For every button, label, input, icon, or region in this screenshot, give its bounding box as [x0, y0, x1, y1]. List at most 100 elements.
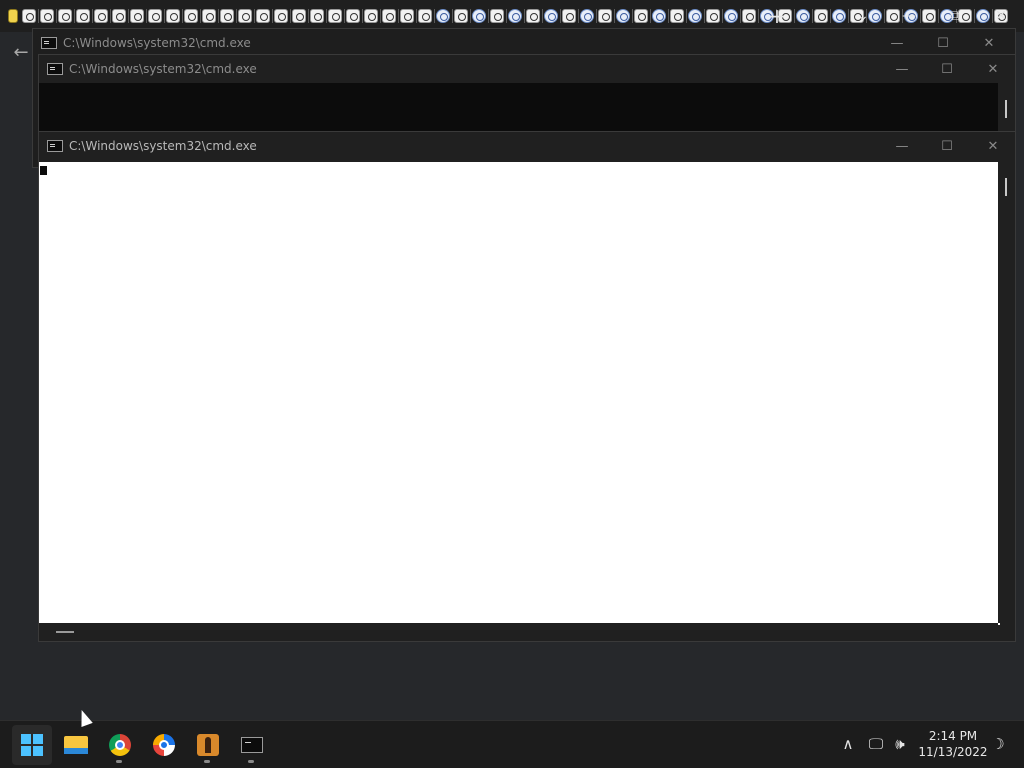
tab-favicon-icon[interactable] — [256, 9, 270, 23]
tab-favicon-icon[interactable] — [22, 9, 36, 23]
tab-separator — [164, 9, 165, 23]
cmd-window-3-titlebar[interactable]: C:\Windows\system32\cmd.exe — [39, 132, 1015, 160]
tab-favicon-icon[interactable] — [724, 9, 738, 23]
tab-separator — [308, 9, 309, 23]
tab-favicon-icon[interactable] — [580, 9, 594, 23]
chevron-up-icon[interactable]: ∧ — [838, 735, 858, 753]
text-cursor — [40, 166, 47, 175]
game-app-button[interactable] — [188, 725, 228, 765]
time-text: 2:14 PM — [928, 729, 978, 743]
file-explorer-button[interactable] — [56, 725, 96, 765]
tab-separator — [416, 9, 417, 23]
browser-app-button[interactable] — [144, 725, 184, 765]
clock[interactable]: 2:14 PM 11/13/2022 — [918, 728, 988, 760]
vertical-scrollbar[interactable] — [998, 160, 1015, 623]
tab-separator — [632, 9, 633, 23]
notifications-moon-icon[interactable]: ☽ — [988, 735, 1008, 753]
volume-icon[interactable]: 🕪 — [890, 735, 910, 753]
console-area[interactable] — [39, 83, 998, 137]
tab-favicon-icon[interactable] — [130, 9, 144, 23]
tab-favicon-icon[interactable] — [670, 9, 684, 23]
tab-favicon-icon[interactable] — [76, 9, 90, 23]
tab-favicon-icon[interactable] — [436, 9, 450, 23]
close-button[interactable]: ✕ — [971, 55, 1015, 83]
tab-separator — [506, 9, 507, 23]
tab-favicon-icon[interactable] — [58, 9, 72, 23]
tab-favicon-icon[interactable] — [328, 9, 342, 23]
tab-favicon-icon[interactable] — [616, 9, 630, 23]
cmd-window-2[interactable]: C:\Windows\system32\cmd.exe — ☐ ✕ — [38, 54, 1016, 138]
tab-favicon-icon[interactable] — [8, 9, 18, 23]
tab-favicon-icon[interactable] — [688, 9, 702, 23]
tab-separator — [236, 9, 237, 23]
close-button[interactable]: ✕ — [971, 132, 1015, 160]
tab-separator — [758, 9, 759, 23]
tab-favicon-icon[interactable] — [526, 9, 540, 23]
minimize-button[interactable]: — — [875, 29, 919, 57]
tab-favicon-icon[interactable] — [796, 9, 810, 23]
chrome-icon — [109, 734, 131, 756]
maximize-button[interactable]: ☐ — [925, 55, 969, 83]
minimize-button[interactable]: — — [880, 132, 924, 160]
tab-separator — [92, 9, 93, 23]
tab-favicon-icon[interactable] — [652, 9, 666, 23]
tab-separator — [740, 9, 741, 23]
tab-favicon-icon[interactable] — [490, 9, 504, 23]
tab-favicon-icon[interactable] — [238, 9, 252, 23]
console-area[interactable] — [39, 162, 1000, 625]
tab-favicon-icon[interactable] — [562, 9, 576, 23]
command-prompt-button[interactable] — [232, 725, 272, 765]
tab-favicon-icon[interactable] — [166, 9, 180, 23]
tab-favicon-icon[interactable] — [364, 9, 378, 23]
tab-separator — [218, 9, 219, 23]
start-button[interactable] — [12, 725, 52, 765]
tab-favicon-icon[interactable] — [400, 9, 414, 23]
maximize-button[interactable]: ☐ — [921, 29, 965, 57]
tab-favicon-icon[interactable] — [184, 9, 198, 23]
scrollbar-thumb[interactable] — [1005, 100, 1007, 118]
tab-favicon-icon[interactable] — [346, 9, 360, 23]
scrollbar-thumb[interactable] — [1005, 178, 1007, 196]
minimize-button[interactable]: — — [880, 55, 924, 83]
tab-favicon-icon[interactable] — [472, 9, 486, 23]
scrollbar-thumb[interactable] — [56, 631, 74, 633]
close-button[interactable]: ✕ — [967, 29, 1011, 57]
tab-separator — [812, 9, 813, 23]
tab-favicon-icon[interactable] — [148, 9, 162, 23]
tab-separator — [110, 9, 111, 23]
network-icon[interactable]: 🖵 — [866, 735, 886, 753]
cmd-window-3[interactable]: C:\Windows\system32\cmd.exe — ☐ ✕ — [38, 131, 1016, 642]
tab-favicon-icon[interactable] — [274, 9, 288, 23]
cmd-window-2-titlebar[interactable]: C:\Windows\system32\cmd.exe — [39, 55, 1015, 83]
tab-favicon-icon[interactable] — [544, 9, 558, 23]
tab-separator — [704, 9, 705, 23]
cmd-window-1-titlebar[interactable]: C:\Windows\system32\cmd.exe — [33, 29, 1015, 57]
tab-favicon-icon[interactable] — [814, 9, 828, 23]
vertical-scrollbar[interactable] — [998, 83, 1015, 137]
window-title: C:\Windows\system32\cmd.exe — [69, 62, 257, 76]
tab-favicon-icon[interactable] — [40, 9, 54, 23]
tab-favicon-icon[interactable] — [418, 9, 432, 23]
tab-favicon-icon[interactable] — [382, 9, 396, 23]
tab-separator — [326, 9, 327, 23]
tab-favicon-icon[interactable] — [598, 9, 612, 23]
tab-favicon-icon[interactable] — [94, 9, 108, 23]
tab-favicon-icon[interactable] — [832, 9, 846, 23]
tab-favicon-icon[interactable] — [310, 9, 324, 23]
tab-favicon-icon[interactable] — [220, 9, 234, 23]
tab-favicon-icon[interactable] — [292, 9, 306, 23]
tab-favicon-icon[interactable] — [706, 9, 720, 23]
tab-separator — [182, 9, 183, 23]
chrome-button[interactable] — [100, 725, 140, 765]
tab-favicon-icon[interactable] — [634, 9, 648, 23]
tab-favicon-icon[interactable] — [112, 9, 126, 23]
tab-favicon-icon[interactable] — [508, 9, 522, 23]
tab-separator — [290, 9, 291, 23]
maximize-button[interactable]: ☐ — [925, 132, 969, 160]
tab-separator — [146, 9, 147, 23]
cmd-icon — [47, 140, 63, 152]
tab-favicon-icon[interactable] — [742, 9, 756, 23]
horizontal-scrollbar[interactable] — [39, 623, 998, 641]
tab-favicon-icon[interactable] — [454, 9, 468, 23]
tab-favicon-icon[interactable] — [202, 9, 216, 23]
